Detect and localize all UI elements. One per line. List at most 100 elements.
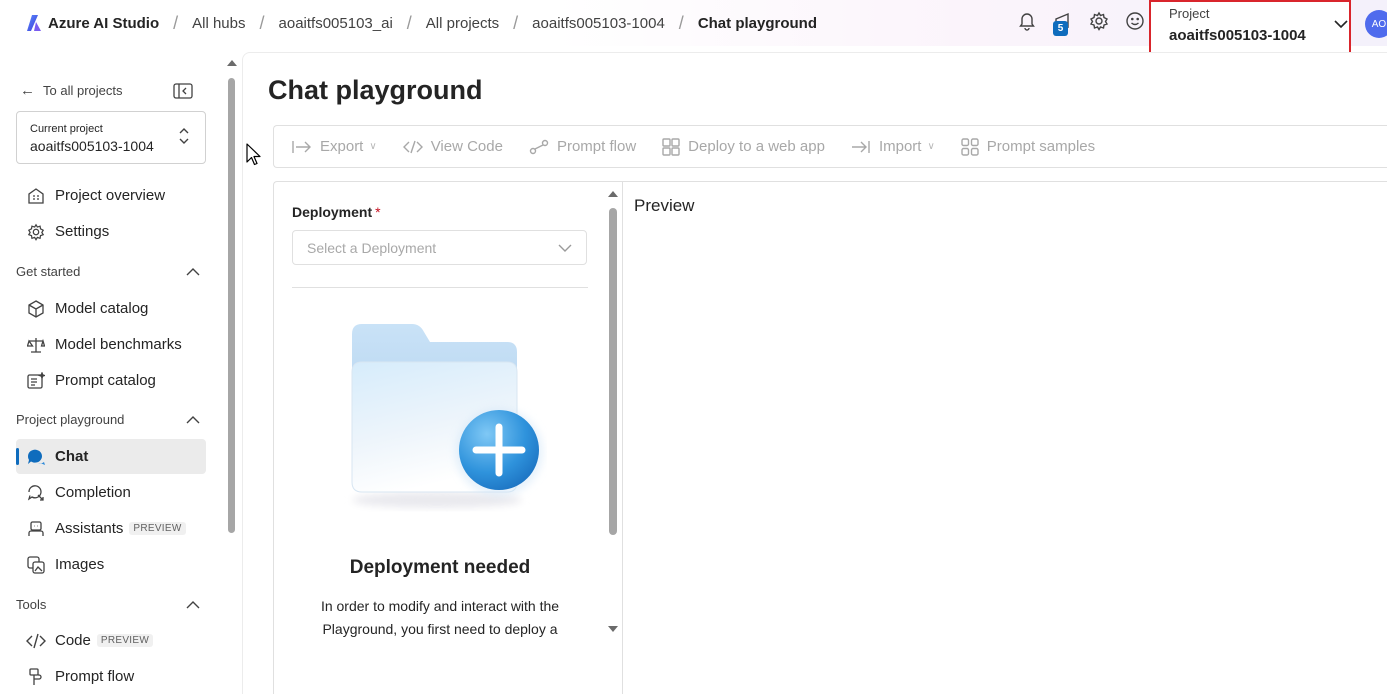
section-title: Get started [16,264,81,279]
section-project-playground[interactable]: Project playground [16,412,206,427]
chevron-up-icon [186,600,200,608]
sidebar-item-label: Images [55,556,105,573]
prompt-samples-button[interactable]: Prompt samples [961,137,1096,156]
chat-icon [26,447,46,467]
gear-icon [1089,11,1109,31]
export-button[interactable]: Export ∨ [292,138,377,155]
import-button[interactable]: Import ∨ [851,138,935,155]
breadcrumb-separator: / [173,12,179,33]
deploy-web-app-button[interactable]: Deploy to a web app [662,137,825,156]
setup-panel-scrollbar[interactable] [606,189,618,639]
sidebar-item-completion[interactable]: Completion [16,475,206,510]
prompt-catalog-icon [26,371,46,391]
deploy-label: Deploy to a web app [688,138,825,155]
deployment-label-text: Deployment [292,204,373,220]
project-selector[interactable]: Project aoaitfs005103-1004 [1149,0,1351,54]
sidebar-item-model-benchmarks[interactable]: Model benchmarks [16,327,206,362]
chevron-down-icon [558,244,572,252]
scroll-down-arrow-icon[interactable] [608,626,618,632]
settings-button[interactable] [1086,8,1112,34]
flow-icon [529,139,549,155]
breadcrumb-hub[interactable]: aoaitfs005103_ai [279,15,393,32]
breadcrumb-project[interactable]: aoaitfs005103-1004 [532,15,665,32]
sidebar-item-project-overview[interactable]: Project overview [16,178,206,213]
breadcrumb-all-projects[interactable]: All projects [426,15,499,32]
preview-title: Preview [634,196,695,215]
project-selector-label: Project [1169,6,1210,21]
sidebar-item-prompt-flow[interactable]: Prompt flow [16,659,206,694]
export-label: Export [320,138,364,155]
deployment-label: Deployment * [292,204,381,220]
breadcrumb-separator: / [259,12,265,33]
chevron-up-icon [186,415,200,423]
sidebar-item-label: Completion [55,484,131,501]
empty-state-title: Deployment needed [349,557,531,578]
view-code-button[interactable]: View Code [402,138,503,155]
scroll-up-arrow-icon[interactable] [227,60,237,66]
sidebar-item-label: Chat [55,448,89,465]
sidebar-item-chat[interactable]: Chat [16,439,206,474]
sidebar-scrollbar[interactable] [226,56,238,694]
avatar[interactable]: AO [1365,10,1387,38]
deployment-select[interactable]: Select a Deployment [292,230,587,265]
scroll-up-arrow-icon[interactable] [608,191,618,197]
assistant-icon [26,519,46,539]
import-arrow-icon [851,140,871,154]
back-to-projects-link[interactable]: ← To all projects [20,82,122,99]
empty-state-description: In order to modify and interact with the… [292,595,588,641]
section-tools[interactable]: Tools [16,597,206,612]
prompt-flow-icon [26,667,46,687]
arrow-left-icon: ← [20,82,35,99]
project-selector-value: aoaitfs005103-1004 [1169,27,1306,44]
top-icons: 5 [1014,8,1158,36]
folder-add-illustration-icon [351,324,543,508]
completion-icon [26,483,46,503]
gear-icon [26,222,46,242]
sidebar-item-model-catalog[interactable]: Model catalog [16,291,206,326]
sidebar-item-label: Prompt catalog [55,372,156,389]
chevron-up-down-icon [179,128,189,144]
sidebar-item-code[interactable]: Code PREVIEW [16,623,206,658]
required-mark: * [375,204,381,220]
current-project-switcher[interactable]: Current project aoaitfs005103-1004 [16,111,206,164]
toolbar: Export ∨ View Code Prompt flow Deploy to… [273,125,1387,168]
view-code-label: View Code [430,138,503,155]
sidebar-item-label: Assistants [55,520,124,537]
page-title: Chat playground [268,75,483,105]
sidebar-item-assistants[interactable]: Assistants PREVIEW [16,511,206,546]
notification-badge: 5 [1053,21,1068,36]
bell-icon [1019,13,1035,31]
scroll-thumb[interactable] [609,208,617,535]
announcements-button[interactable]: 5 [1050,8,1076,36]
sidebar-item-label: Code [55,632,91,649]
breadcrumb-separator: / [406,12,412,33]
sidebar-item-label: Settings [55,223,110,240]
chevron-down-icon: ∨ [369,141,377,152]
notifications-button[interactable] [1014,8,1040,34]
breadcrumb-separator: / [678,12,684,33]
images-icon [26,555,46,575]
current-project-label: Current project [30,123,103,135]
sidebar-item-settings[interactable]: Settings [16,214,206,249]
sidebar-item-images[interactable]: Images [16,547,206,582]
collapse-sidebar-icon[interactable] [173,83,193,99]
sidebar: ← To all projects Current project aoaitf… [0,52,225,694]
empty-state-line: Playground, you first need to deploy a [322,621,558,637]
chevron-down-icon [1334,20,1348,29]
sidebar-item-label: Model benchmarks [55,336,182,353]
prompt-flow-button[interactable]: Prompt flow [529,138,636,155]
breadcrumb: / All hubs / aoaitfs005103_ai / All proj… [159,13,817,34]
brand[interactable]: Azure AI Studio [26,14,159,32]
breadcrumb-all-hubs[interactable]: All hubs [192,15,245,32]
code-icon [26,631,46,651]
section-get-started[interactable]: Get started [16,264,206,279]
feedback-button[interactable] [1122,8,1148,34]
breadcrumb-separator: / [513,12,519,33]
section-title: Project playground [16,412,125,427]
empty-state-line: In order to modify and interact with the [320,598,560,614]
prompt-samples-label: Prompt samples [986,138,1096,155]
scale-icon [26,335,46,355]
scroll-thumb[interactable] [228,78,235,533]
divider [292,287,588,288]
sidebar-item-prompt-catalog[interactable]: Prompt catalog [16,363,206,398]
